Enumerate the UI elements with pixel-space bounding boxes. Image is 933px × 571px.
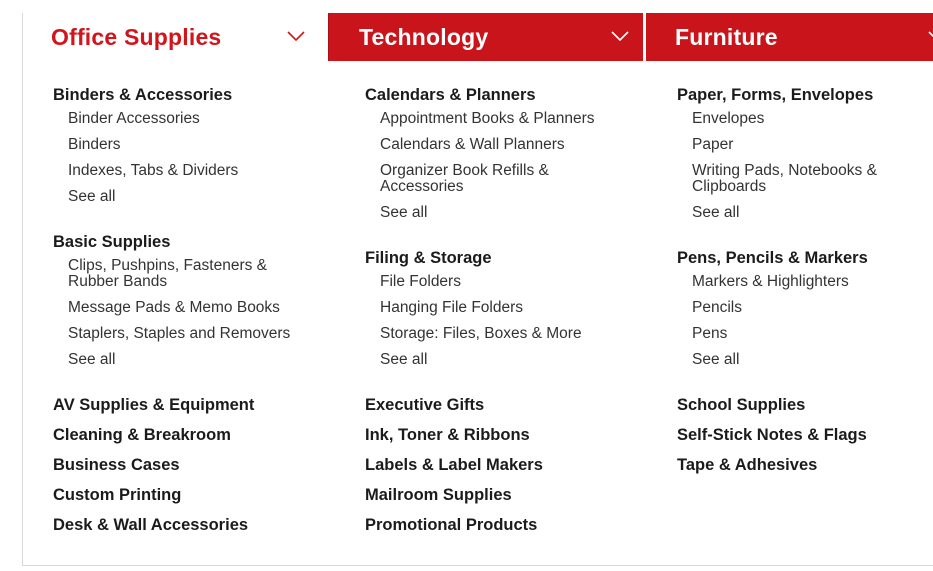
group-title-binders-accessories[interactable]: Binders & Accessories bbox=[53, 85, 353, 105]
group-title-calendars-planners[interactable]: Calendars & Planners bbox=[365, 85, 665, 105]
menu-link[interactable]: Storage: Files, Boxes & More bbox=[380, 326, 640, 342]
tab-technology[interactable]: Technology bbox=[328, 13, 643, 61]
menu-link[interactable]: Binders bbox=[68, 137, 328, 153]
menu-column-2: Calendars & Planners Appointment Books &… bbox=[365, 85, 665, 545]
category-link[interactable]: Ink, Toner & Ribbons bbox=[365, 425, 665, 445]
category-link[interactable]: Desk & Wall Accessories bbox=[53, 515, 353, 535]
menu-link[interactable]: Paper bbox=[692, 137, 933, 153]
category-group: Paper, Forms, Envelopes Envelopes Paper … bbox=[677, 85, 933, 221]
tab-label: Furniture bbox=[675, 23, 778, 50]
category-group: Pens, Pencils & Markers Markers & Highli… bbox=[677, 248, 933, 368]
menu-link[interactable]: Organizer Book Refills & Accessories bbox=[380, 163, 590, 195]
tab-label: Office Supplies bbox=[51, 23, 222, 50]
chevron-down-icon bbox=[287, 31, 305, 42]
see-all-link[interactable]: See all bbox=[380, 205, 640, 221]
category-link[interactable]: Promotional Products bbox=[365, 515, 665, 535]
menu-column-1: Binders & Accessories Binder Accessories… bbox=[53, 85, 353, 545]
category-link[interactable]: Tape & Adhesives bbox=[677, 455, 933, 475]
tab-label: Technology bbox=[359, 23, 489, 50]
menu-link[interactable]: File Folders bbox=[380, 274, 640, 290]
menu-link[interactable]: Envelopes bbox=[692, 111, 933, 127]
category-group: Calendars & Planners Appointment Books &… bbox=[365, 85, 665, 221]
category-link[interactable]: AV Supplies & Equipment bbox=[53, 395, 353, 415]
menu-link[interactable]: Writing Pads, Notebooks & Clipboards bbox=[692, 163, 922, 195]
category-link[interactable]: Custom Printing bbox=[53, 485, 353, 505]
menu-link[interactable]: Binder Accessories bbox=[68, 111, 328, 127]
tab-office-supplies[interactable]: Office Supplies bbox=[23, 13, 328, 61]
category-group: Binders & Accessories Binder Accessories… bbox=[53, 85, 353, 205]
group-title-filing-storage[interactable]: Filing & Storage bbox=[365, 248, 665, 268]
chevron-down-icon bbox=[928, 31, 933, 38]
category-link[interactable]: School Supplies bbox=[677, 395, 933, 415]
category-link[interactable]: Executive Gifts bbox=[365, 395, 665, 415]
tab-furniture[interactable]: Furniture bbox=[644, 13, 933, 61]
see-all-link[interactable]: See all bbox=[692, 352, 933, 368]
see-all-link[interactable]: See all bbox=[692, 205, 933, 221]
see-all-link[interactable]: See all bbox=[68, 352, 328, 368]
category-link[interactable]: Mailroom Supplies bbox=[365, 485, 665, 505]
mega-menu: Office Supplies Technology Furniture Bin… bbox=[22, 13, 933, 566]
menu-link[interactable]: Calendars & Wall Planners bbox=[380, 137, 640, 153]
category-tabs: Office Supplies Technology Furniture bbox=[23, 13, 933, 61]
see-all-link[interactable]: See all bbox=[380, 352, 640, 368]
menu-link[interactable]: Markers & Highlighters bbox=[692, 274, 933, 290]
category-link[interactable]: Self-Stick Notes & Flags bbox=[677, 425, 933, 445]
menu-link[interactable]: Staplers, Staples and Removers bbox=[68, 326, 328, 342]
category-link[interactable]: Labels & Label Makers bbox=[365, 455, 665, 475]
menu-link[interactable]: Indexes, Tabs & Dividers bbox=[68, 163, 328, 179]
menu-link[interactable]: Hanging File Folders bbox=[380, 300, 640, 316]
menu-link[interactable]: Pens bbox=[692, 326, 933, 342]
menu-link[interactable]: Appointment Books & Planners bbox=[380, 111, 640, 127]
menu-column-3: Paper, Forms, Envelopes Envelopes Paper … bbox=[677, 85, 933, 485]
see-all-link[interactable]: See all bbox=[68, 189, 328, 205]
category-group: Filing & Storage File Folders Hanging Fi… bbox=[365, 248, 665, 368]
menu-link[interactable]: Pencils bbox=[692, 300, 933, 316]
category-link[interactable]: Cleaning & Breakroom bbox=[53, 425, 353, 445]
category-group: Basic Supplies Clips, Pushpins, Fastener… bbox=[53, 232, 353, 368]
group-title-paper-forms-envelopes[interactable]: Paper, Forms, Envelopes bbox=[677, 85, 933, 105]
category-link[interactable]: Business Cases bbox=[53, 455, 353, 475]
group-title-pens-pencils-markers[interactable]: Pens, Pencils & Markers bbox=[677, 248, 933, 268]
group-title-basic-supplies[interactable]: Basic Supplies bbox=[53, 232, 353, 252]
menu-link[interactable]: Message Pads & Memo Books bbox=[68, 300, 328, 316]
chevron-down-icon bbox=[611, 31, 629, 42]
menu-link[interactable]: Clips, Pushpins, Fasteners & Rubber Band… bbox=[68, 258, 308, 290]
